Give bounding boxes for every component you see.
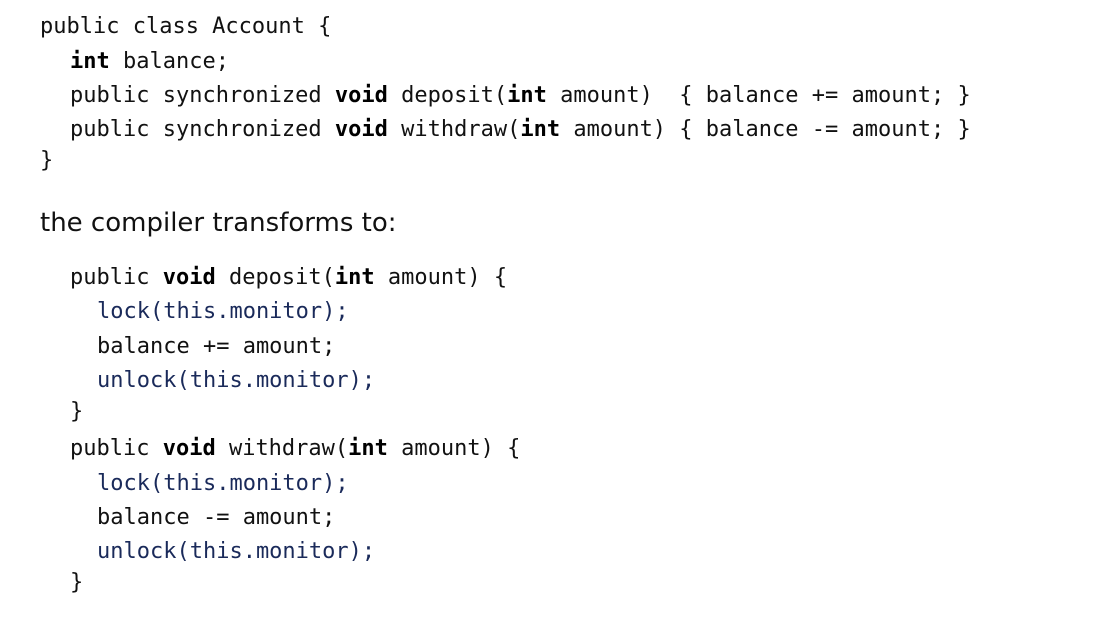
keyword: void: [334, 117, 388, 142]
code-text: amount) {: [374, 265, 508, 290]
keyword: void: [334, 83, 388, 108]
class-close-brace: }: [40, 148, 54, 173]
code-text: amount) { balance -= amount; }: [560, 117, 971, 142]
deposit-method-line: public synchronized void deposit(int amo…: [70, 82, 971, 110]
code-text: withdraw(: [387, 117, 521, 142]
keyword: int: [70, 49, 110, 74]
keyword: void: [162, 436, 216, 461]
deposit-close-brace: }: [70, 399, 84, 424]
code-text: amount) { balance += amount; }: [546, 83, 971, 108]
withdraw-unlock-call: unlock(this.monitor);: [97, 539, 376, 564]
deposit-lock-call: lock(this.monitor);: [97, 299, 349, 324]
withdraw-signature: public void withdraw(int amount) {: [70, 435, 520, 463]
code-text: amount) {: [387, 436, 521, 461]
code-text: public synchronized: [70, 117, 335, 142]
code-text: public synchronized: [70, 83, 335, 108]
code-text: public: [70, 265, 163, 290]
keyword: int: [334, 265, 375, 290]
field-declaration: int balance;: [70, 48, 229, 76]
withdraw-lock-call: lock(this.monitor);: [97, 471, 349, 496]
keyword: int: [520, 117, 561, 142]
class-declaration: public class Account {: [40, 14, 332, 39]
keyword: int: [507, 83, 547, 108]
deposit-signature: public void deposit(int amount) {: [70, 264, 507, 292]
field-rest: balance;: [109, 49, 229, 74]
explanation-text: the compiler transforms to:: [40, 208, 397, 238]
code-text: public: [70, 436, 163, 461]
code-text: deposit(: [215, 265, 335, 290]
code-text: deposit(: [387, 83, 508, 108]
keyword: void: [162, 265, 216, 290]
document-page: public class Account { int balance; publ…: [0, 0, 1102, 630]
withdraw-close-brace: }: [70, 570, 84, 595]
code-text: withdraw(: [215, 436, 349, 461]
withdraw-statement: balance -= amount;: [97, 505, 336, 530]
deposit-statement: balance += amount;: [97, 334, 336, 359]
deposit-unlock-call: unlock(this.monitor);: [97, 368, 376, 393]
withdraw-method-line: public synchronized void withdraw(int am…: [70, 116, 971, 144]
keyword: int: [348, 436, 388, 461]
